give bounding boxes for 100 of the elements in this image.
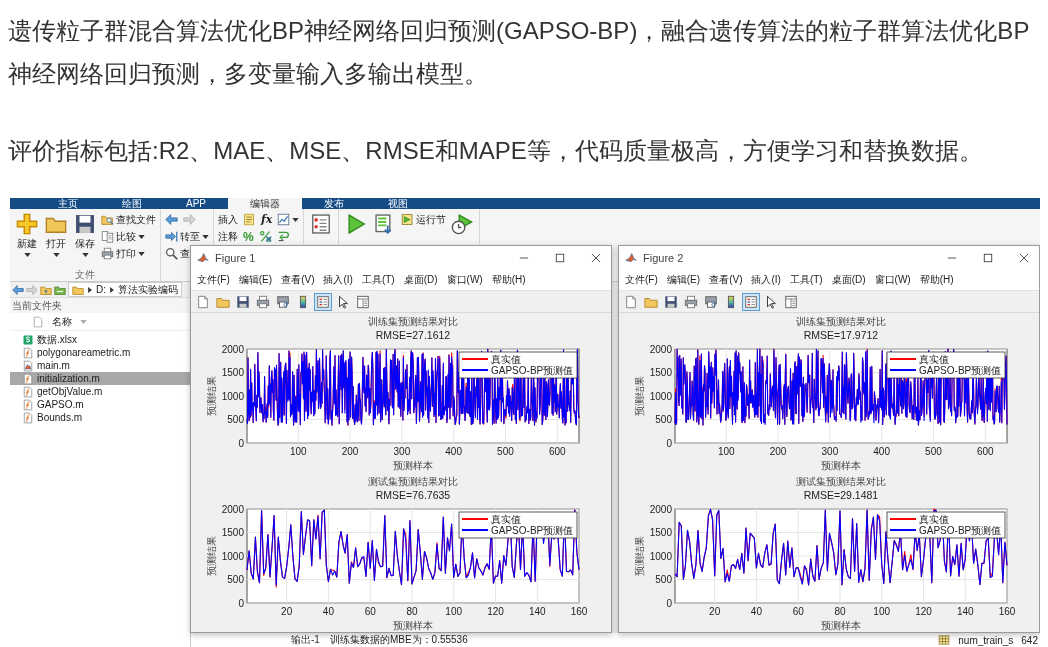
menu-item[interactable]: 编辑(E) [662, 273, 705, 287]
menu-item[interactable]: 文件(F) [621, 273, 662, 287]
ribbon-tab[interactable]: 主页 [36, 198, 100, 209]
maximize-icon[interactable] [983, 253, 993, 263]
ribbon-button[interactable]: 查找文件 [100, 212, 157, 227]
ribbon-button[interactable]: 插入 [217, 212, 239, 227]
rmse-label: RMSE=29.1481 [803, 489, 879, 501]
tick-label: 120 [487, 606, 504, 617]
tick-label: 100 [289, 446, 307, 457]
file-row[interactable]: GAPSO.m [10, 398, 190, 411]
back-arrow-icon[interactable] [12, 283, 24, 296]
menu-item[interactable]: 桌面(D) [399, 273, 442, 287]
tick-label: 0 [666, 437, 672, 449]
ribbon-tab[interactable]: 编辑器 [228, 198, 302, 209]
menu-item[interactable]: 编辑(E) [234, 273, 277, 287]
matlab-logo-icon [197, 252, 209, 264]
menu-item[interactable]: 查看(V) [277, 273, 319, 287]
close-icon[interactable] [1019, 253, 1029, 263]
file-row[interactable]: 数据.xlsx [10, 333, 190, 346]
file-row[interactable]: Bounds.m [10, 411, 190, 424]
output-prompt: 输出-1 [291, 633, 320, 647]
tick-label: 160 [570, 606, 588, 617]
legend-label: 真实值 [491, 353, 521, 365]
go-to-icon [165, 230, 178, 243]
tick-label: 40 [750, 606, 762, 617]
run-section-icon [401, 213, 415, 226]
variable-icon [938, 634, 951, 646]
uncomment-icon[interactable] [257, 229, 273, 244]
matlab-logo-icon [625, 252, 637, 264]
ribbon-tab[interactable]: 绘图 [100, 198, 164, 209]
ribbon-button[interactable]: 运行节 [400, 212, 448, 227]
tick-label: 140 [528, 606, 546, 617]
tick-label: 20 [709, 606, 721, 617]
folder-up-icon[interactable] [40, 283, 52, 296]
ribbon-button[interactable]: 新建 [13, 212, 41, 258]
legend-icon[interactable] [314, 292, 332, 311]
function-file-icon [22, 411, 34, 424]
caret-icon [23, 253, 31, 257]
menu-item[interactable]: 窗口(W) [870, 273, 915, 287]
file-name: main.m [37, 360, 70, 371]
menu-item[interactable]: 帮助(H) [487, 273, 530, 287]
column-header[interactable]: 名称 [52, 314, 72, 329]
insert-function-button[interactable]: fx [260, 212, 274, 227]
axis-label: 预测样本 [393, 620, 433, 631]
chart-icon[interactable] [276, 212, 301, 227]
menu-item[interactable]: 插入(I) [319, 273, 357, 287]
tick-label: 40 [322, 606, 334, 617]
compare-icon [101, 230, 114, 243]
breadcrumb-arrow-icon [110, 286, 114, 293]
caret-icon [138, 251, 145, 256]
address-field[interactable]: D: 算法实验编码 [68, 282, 182, 297]
tick-label: 0 [238, 597, 244, 609]
article-paragraph: 遗传粒子群混合算法优化BP神经网络回归预测(GAPSO-BP)，融合遗传算法的粒子群算法优化BP神经网络回归预测，多变量输入多输出模型。 [8, 16, 1031, 89]
file-row[interactable]: main.m [10, 359, 190, 372]
file-row[interactable]: getObjValue.m [10, 385, 190, 398]
note-icon[interactable] [242, 212, 257, 227]
menu-item[interactable]: 窗口(W) [442, 273, 487, 287]
file-row[interactable]: initialization.m [10, 372, 190, 385]
caret-icon [292, 217, 300, 222]
ribbon-button[interactable]: 比较 [100, 229, 146, 244]
ribbon-tab[interactable]: APP [164, 198, 228, 209]
menu-item[interactable]: 查看(V) [705, 273, 747, 287]
tick-label: 80 [406, 606, 418, 617]
menu-item[interactable]: 桌面(D) [827, 273, 870, 287]
ribbon-button[interactable]: 注释 [217, 229, 239, 244]
sort-caret-icon [80, 319, 87, 324]
spreadsheet-file-icon [22, 333, 34, 346]
file-name: 数据.xlsx [37, 332, 77, 347]
menu-item[interactable]: 文件(F) [193, 273, 234, 287]
file-name: getObjValue.m [37, 386, 103, 397]
tick-label: 160 [998, 606, 1016, 617]
maximize-icon[interactable] [555, 253, 565, 263]
ribbon-tab[interactable]: 发布 [302, 198, 366, 209]
file-type-icon [32, 315, 44, 328]
legend-label: GAPSO-BP预测值 [919, 364, 1002, 376]
ribbon-button[interactable]: 打开 [42, 212, 70, 258]
tick-label: 1000 [221, 550, 244, 562]
close-icon[interactable] [591, 253, 601, 263]
function-file-icon [22, 385, 34, 398]
ribbon-button[interactable]: 打印 [100, 246, 146, 261]
back-arrow-icon[interactable] [164, 212, 179, 227]
legend-icon[interactable] [742, 292, 760, 311]
plus-icon [16, 213, 38, 235]
axis-label: 预测结果 [634, 376, 645, 416]
legend-label: 真实值 [919, 353, 949, 365]
ribbon-button[interactable]: 转至 [164, 229, 210, 244]
menu-item[interactable]: 帮助(H) [915, 273, 958, 287]
tick-label: 0 [238, 437, 244, 449]
tick-label: 2000 [221, 343, 244, 355]
ribbon-button[interactable]: 保存 [71, 212, 99, 258]
file-row[interactable]: polygonareametric.m [10, 346, 190, 359]
menu-item[interactable]: 工具(T) [357, 273, 399, 287]
caret-icon [52, 253, 60, 257]
browse-folder-icon[interactable] [54, 283, 66, 296]
breadcrumb-arrow-icon [88, 286, 92, 293]
tick-label: 500 [655, 414, 672, 425]
menu-item[interactable]: 工具(T) [785, 273, 827, 287]
ribbon-button[interactable]: 查 [164, 246, 191, 261]
ribbon-tab[interactable]: 视图 [366, 198, 430, 209]
menu-item[interactable]: 插入(I) [747, 273, 785, 287]
